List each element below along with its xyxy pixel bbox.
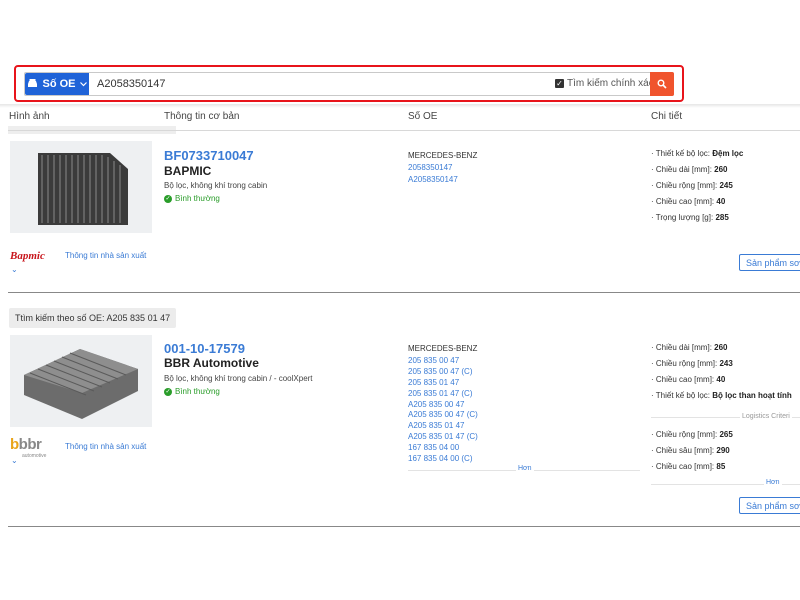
column-header-oe: Số OE (408, 111, 438, 122)
oe-number-link[interactable]: 205 835 00 47 (408, 356, 459, 365)
exact-search-label: Tìm kiếm chính xác (567, 78, 654, 89)
search-button[interactable] (650, 72, 674, 96)
product-description: Bộ lọc, không khí trong cabin / - coolXp… (164, 374, 313, 383)
chevron-down-icon (79, 78, 87, 90)
status-label: Bình thường (175, 194, 220, 203)
status-label: Bình thường (175, 387, 220, 396)
oe-number-link[interactable]: 167 835 04 00 (C) (408, 454, 473, 463)
search-icon (657, 79, 667, 89)
car-icon (27, 78, 38, 91)
detail-row: · Chiều dài [mm]: 260 (651, 343, 728, 352)
header-shadow (0, 104, 800, 108)
detail-row: · Thiết kế bộ lọc: Bộ lọc than hoạt tính (651, 391, 792, 400)
product-brand: BAPMIC (164, 164, 212, 178)
product-description: Bộ lọc, không khí trong cabin (164, 181, 268, 190)
details-more-link[interactable]: Hơn (764, 479, 782, 486)
oe-number-link[interactable]: A2058350147 (408, 175, 458, 184)
detail-row: · Chiều sâu [mm]: 290 (651, 446, 730, 455)
search-bar-highlight: Số OE ✓ Tìm kiếm chính xác (14, 65, 684, 102)
brand-logo: bbbr (10, 436, 42, 453)
product-image[interactable] (10, 141, 152, 233)
oe-number-link[interactable]: A205 835 01 47 (C) (408, 432, 478, 441)
product-id-link[interactable]: BF0733710047 (164, 148, 254, 163)
chevron-down-icon[interactable]: ⌄ (11, 265, 18, 274)
search-type-dropdown[interactable]: Số OE (25, 73, 89, 95)
column-header-basic-info: Thông tin cơ bản (164, 111, 240, 122)
manufacturer-info-link[interactable]: Thông tin nhà sản xuất (65, 251, 146, 260)
check-circle-icon: ✓ (164, 194, 172, 203)
product-image[interactable] (10, 335, 152, 427)
detail-row: · Chiều rộng [mm]: 243 (651, 359, 733, 368)
product-brand: BBR Automotive (164, 356, 259, 370)
exact-search-toggle[interactable]: ✓ Tìm kiếm chính xác (555, 78, 654, 89)
divider (8, 130, 800, 131)
logistics-section-label: Logistics Criteri (740, 413, 792, 420)
cabin-filter-image (38, 153, 128, 225)
oe-more-link[interactable]: Hơn (516, 465, 534, 472)
divider (8, 292, 800, 293)
status-badge: ✓ Bình thường (164, 387, 220, 396)
checkbox-checked-icon[interactable]: ✓ (555, 79, 564, 88)
oe-number-link[interactable]: A205 835 01 47 (408, 421, 465, 430)
similar-products-button[interactable]: Sản phẩm sơ (739, 254, 800, 271)
search-input[interactable] (97, 76, 457, 92)
column-header-details: Chi tiết (651, 111, 683, 122)
detail-row: · Thiết kế bộ lọc: Đệm lọc (651, 149, 744, 158)
detail-row: · Chiều cao [mm]: 40 (651, 375, 726, 384)
brand-logo: Bapmic (10, 250, 45, 262)
oe-number-link[interactable]: 205 835 00 47 (C) (408, 367, 473, 376)
oe-number-link[interactable]: 167 835 04 00 (408, 443, 459, 452)
detail-row: · Chiều rộng [mm]: 245 (651, 181, 733, 190)
brand-logo-subtitle: automotive (22, 453, 47, 459)
cabin-filter-image (24, 349, 138, 419)
chevron-down-icon[interactable]: ⌄ (11, 456, 18, 465)
manufacturer-info-link[interactable]: Thông tin nhà sản xuất (65, 442, 146, 451)
oe-brand: MERCEDES-BENZ (408, 151, 478, 160)
divider (8, 526, 800, 527)
oe-number-link[interactable]: A205 835 00 47 (C) (408, 410, 478, 419)
detail-row: · Trọng lượng [g]: 285 (651, 213, 729, 222)
similar-products-button[interactable]: Sản phẩm sơ (739, 497, 800, 514)
search-type-label: Số OE (42, 78, 76, 90)
oe-number-link[interactable]: 205 835 01 47 (C) (408, 389, 473, 398)
detail-row: · Chiều rộng [mm]: 265 (651, 430, 733, 439)
oe-number-link[interactable]: 205 835 01 47 (408, 378, 459, 387)
oe-brand: MERCEDES-BENZ (408, 344, 478, 353)
product-id-link[interactable]: 001-10-17579 (164, 341, 245, 356)
oe-number-link[interactable]: A205 835 00 47 (408, 400, 465, 409)
detail-row: · Chiều dài [mm]: 260 (651, 165, 728, 174)
column-header-image: Hình ảnh (9, 111, 50, 122)
status-badge: ✓ Bình thường (164, 194, 220, 203)
detail-row: · Chiều cao [mm]: 40 (651, 197, 726, 206)
oe-search-tag: Ttìm kiếm theo số OE: A205 835 01 47 (9, 308, 177, 328)
detail-row: · Chiều cao [mm]: 85 (651, 462, 726, 471)
oe-number-link[interactable]: 2058350147 (408, 163, 453, 172)
search-bar: Số OE ✓ Tìm kiếm chính xác (24, 72, 674, 96)
check-circle-icon: ✓ (164, 387, 172, 396)
